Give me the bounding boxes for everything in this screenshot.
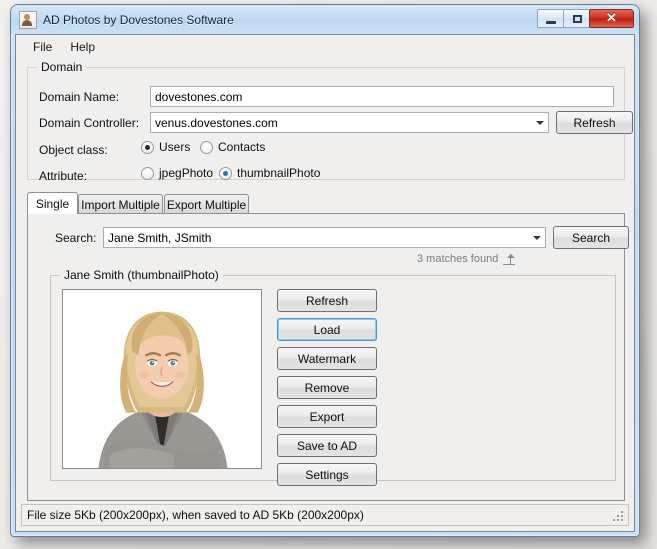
- application-window: AD Photos by Dovestones Software ✕ File …: [10, 4, 640, 537]
- tab-single[interactable]: Single: [27, 192, 78, 214]
- radio-dot-icon: [219, 166, 232, 180]
- radio-attribute-jpegphoto[interactable]: jpegPhoto: [141, 166, 213, 180]
- radio-label-users: Users: [159, 140, 191, 154]
- matches-found-text: 3 matches found: [417, 253, 499, 265]
- chevron-down-icon[interactable]: [531, 113, 548, 132]
- tab-import-multiple[interactable]: Import Multiple: [78, 194, 163, 214]
- radio-object-class-users[interactable]: Users: [141, 140, 190, 154]
- load-button[interactable]: Load: [277, 318, 377, 341]
- menu-item-help[interactable]: Help: [61, 37, 104, 57]
- menu-bar: File Help: [16, 35, 634, 58]
- radio-label-thumbnailphoto: thumbnailPhoto: [237, 166, 321, 180]
- refresh-photo-button[interactable]: Refresh: [277, 289, 377, 312]
- window-title: AD Photos by Dovestones Software: [43, 12, 234, 27]
- remove-button[interactable]: Remove: [277, 376, 377, 399]
- radio-dot-icon: [141, 166, 154, 180]
- search-combobox[interactable]: Jane Smith, JSmith: [103, 227, 546, 248]
- chevron-down-icon[interactable]: [528, 228, 545, 247]
- domain-controller-value: venus.dovestones.com: [155, 115, 278, 130]
- window-controls: ✕: [537, 8, 634, 28]
- search-button[interactable]: Search: [553, 226, 629, 249]
- search-input-value: Jane Smith, JSmith: [108, 230, 212, 245]
- domain-controller-combobox[interactable]: venus.dovestones.com: [150, 112, 549, 133]
- attribute-label: Attribute:: [39, 169, 88, 183]
- settings-button[interactable]: Settings: [277, 463, 377, 486]
- menu-item-file[interactable]: File: [24, 37, 61, 57]
- domain-name-label: Domain Name:: [39, 90, 120, 104]
- portrait-photo-image: [63, 290, 261, 468]
- matches-found-status: 3 matches found: [417, 253, 516, 265]
- status-bar-text: File size 5Kb (200x200px), when saved to…: [27, 508, 364, 522]
- resize-grip-icon[interactable]: [613, 509, 625, 521]
- radio-label-jpegphoto: jpegPhoto: [159, 166, 214, 180]
- tab-page-single: Search: Jane Smith, JSmith Search 3 matc…: [27, 213, 629, 501]
- title-bar[interactable]: AD Photos by Dovestones Software ✕: [11, 5, 639, 34]
- close-button[interactable]: ✕: [589, 8, 634, 28]
- expand-grip-icon[interactable]: [503, 253, 516, 265]
- radio-attribute-thumbnailphoto[interactable]: thumbnailPhoto: [219, 166, 320, 180]
- domain-groupbox-legend: Domain: [37, 60, 87, 74]
- search-label: Search:: [55, 231, 97, 245]
- maximize-button[interactable]: [563, 8, 590, 28]
- domain-name-input[interactable]: dovestones.com: [150, 86, 614, 107]
- status-bar: File size 5Kb (200x200px), when saved to…: [21, 504, 629, 526]
- save-to-ad-button[interactable]: Save to AD: [277, 434, 377, 457]
- radio-dot-icon: [200, 140, 213, 154]
- watermark-button[interactable]: Watermark: [277, 347, 377, 370]
- photo-groupbox-legend: Jane Smith (thumbnailPhoto): [60, 268, 223, 282]
- photo-groupbox: Jane Smith (thumbnailPhoto) Refresh Load…: [50, 268, 616, 486]
- tab-export-multiple[interactable]: Export Multiple: [164, 194, 249, 214]
- photo-preview[interactable]: [62, 289, 262, 469]
- app-photo-person-icon: [19, 10, 37, 29]
- domain-groupbox: Domain Domain Name: dovestones.com Domai…: [27, 60, 633, 183]
- object-class-label: Object class:: [39, 143, 108, 157]
- refresh-domain-button[interactable]: Refresh: [556, 111, 633, 134]
- radio-dot-icon: [141, 140, 154, 154]
- client-area: File Help Domain Domain Name: dovestones…: [15, 34, 635, 532]
- export-button[interactable]: Export: [277, 405, 377, 428]
- domain-controller-label: Domain Controller:: [39, 116, 140, 130]
- radio-label-contacts: Contacts: [218, 140, 266, 154]
- minimize-button[interactable]: [537, 8, 564, 28]
- radio-object-class-contacts[interactable]: Contacts: [200, 140, 265, 154]
